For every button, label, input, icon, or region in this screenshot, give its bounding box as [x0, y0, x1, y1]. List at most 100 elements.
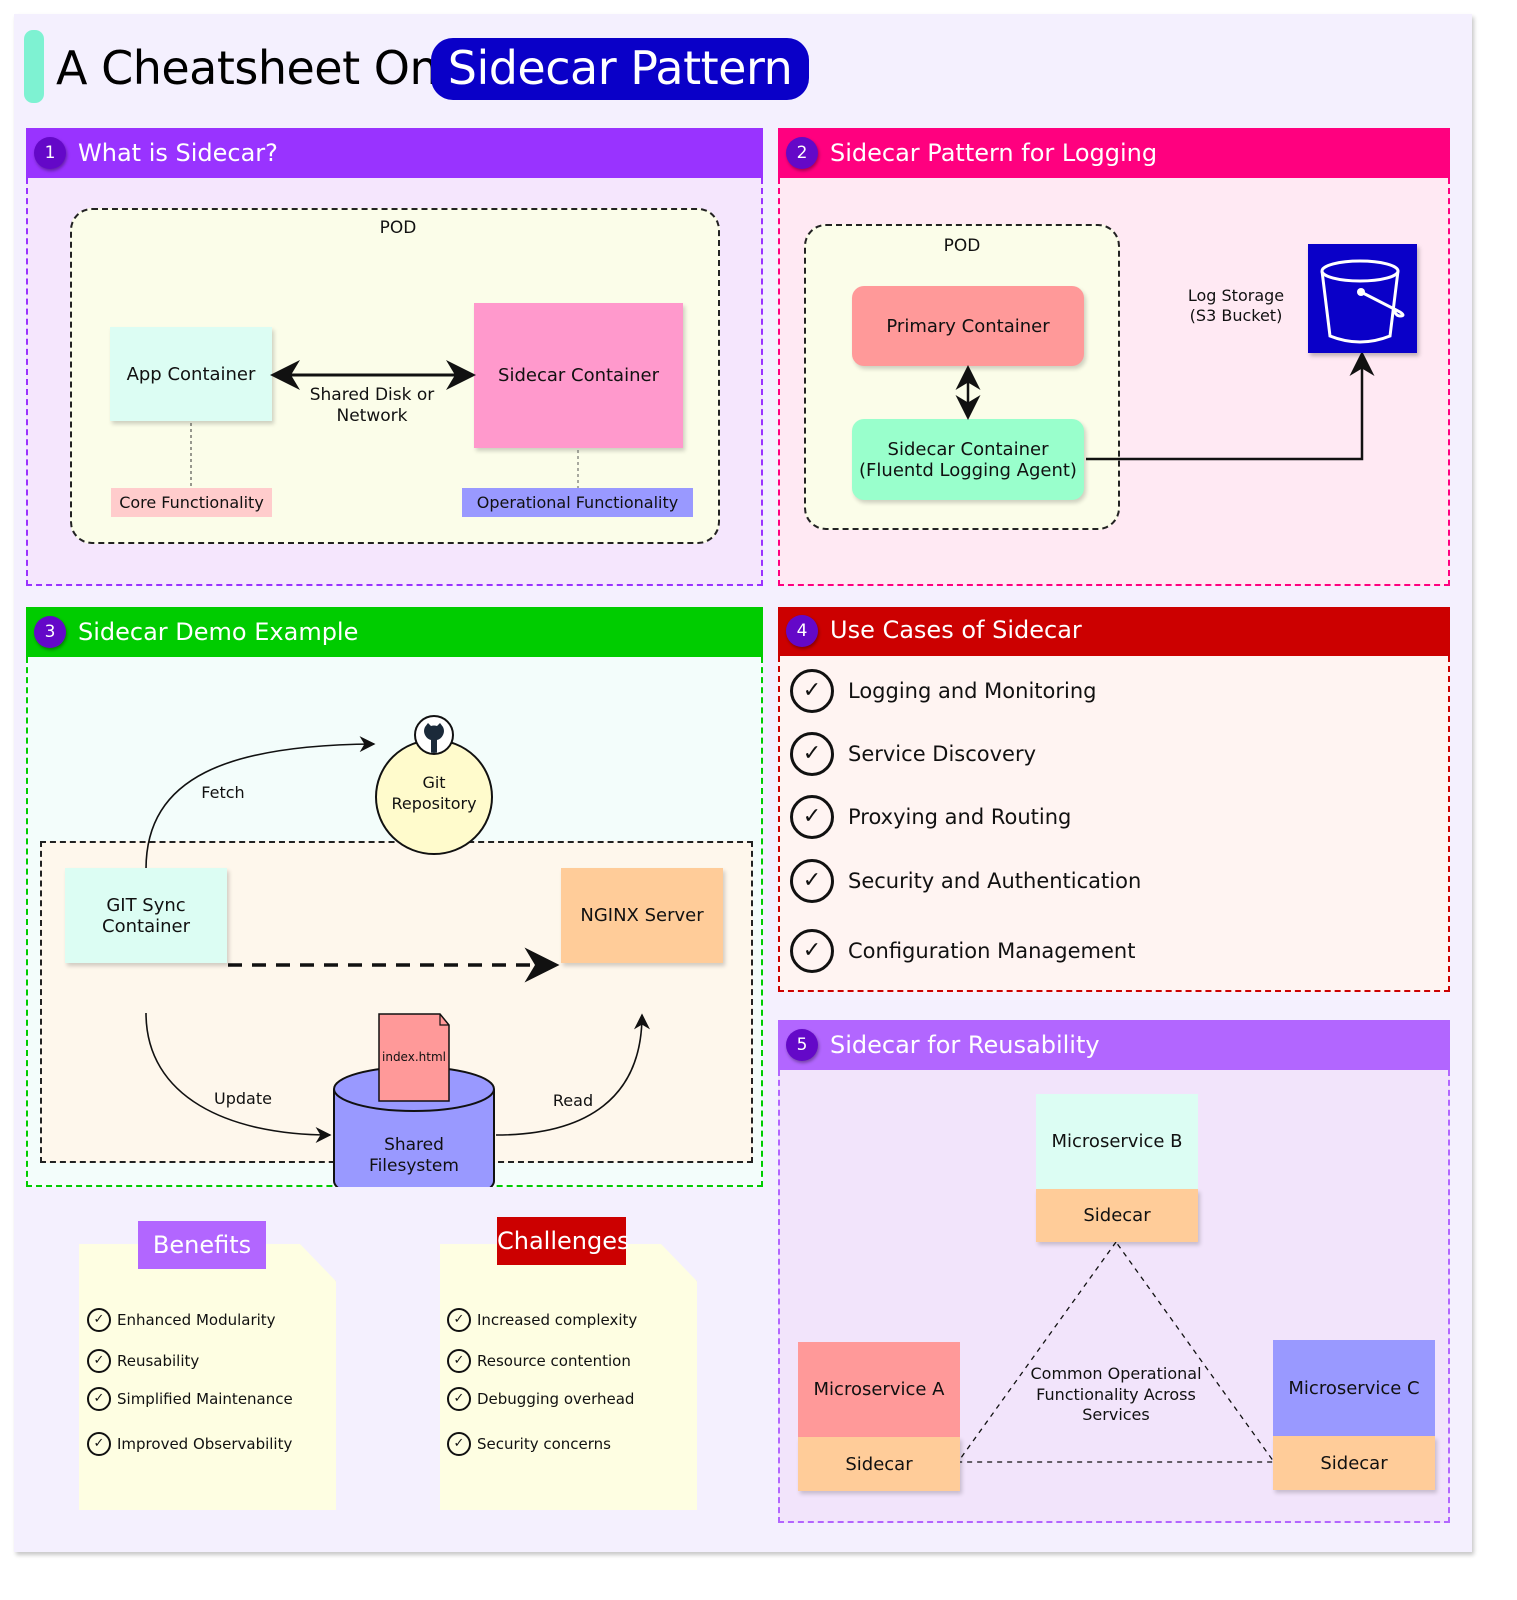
use-case-item: ✓ Service Discovery — [790, 732, 1036, 776]
challenge-item: ✓ Debugging overhead — [447, 1387, 634, 1411]
section-header: 2 Sidecar Pattern for Logging — [778, 128, 1450, 178]
use-case-item: ✓ Security and Authentication — [790, 859, 1141, 903]
use-case-label: Security and Authentication — [848, 869, 1142, 893]
challenge-label: Increased complexity — [477, 1311, 638, 1329]
check-circle-icon: ✓ — [790, 929, 834, 973]
section-title: Sidecar Demo Example — [78, 618, 359, 646]
benefit-item: ✓ Reusability — [87, 1349, 199, 1373]
log-storage-label-line1: Log Storage — [1187, 286, 1285, 305]
git-repository-line1: Git — [422, 773, 446, 792]
read-label: Read — [552, 1091, 594, 1110]
benefits-note — [79, 1244, 336, 1510]
shared-link-label-line2: Network — [336, 406, 408, 426]
common-functionality-line1: Common Operational — [1030, 1364, 1202, 1383]
page-title-highlight: Sidecar Pattern — [431, 38, 809, 100]
microservice-c-box: Microservice C — [1273, 1340, 1435, 1436]
git-sync-line1: GIT Sync — [106, 894, 186, 916]
fetch-label: Fetch — [201, 783, 245, 802]
section-body: Microservice B Sidecar Microservice A Si… — [778, 1070, 1450, 1523]
microservice-b-box: Microservice B — [1036, 1094, 1198, 1189]
common-functionality-line3: Services — [1082, 1405, 1150, 1424]
section-reusability: 5 Sidecar for Reusability Microservice B… — [778, 1020, 1450, 1523]
log-storage-label-line2: (S3 Bucket) — [1189, 306, 1283, 325]
benefit-label: Simplified Maintenance — [117, 1390, 293, 1408]
check-circle-icon: ✓ — [87, 1349, 111, 1373]
challenge-item: ✓ Security concerns — [447, 1432, 611, 1456]
github-icon — [414, 715, 454, 755]
check-circle-icon: ✓ — [790, 795, 834, 839]
use-case-item: ✓ Proxying and Routing — [790, 795, 1071, 839]
section-number-badge: 1 — [34, 137, 66, 169]
section-header: 4 Use Cases of Sidecar — [778, 607, 1450, 656]
check-circle-icon: ✓ — [447, 1308, 471, 1332]
section-header: 3 Sidecar Demo Example — [26, 607, 763, 657]
section-logging: 2 Sidecar Pattern for Logging POD Primar… — [778, 128, 1450, 586]
link-arrows — [190, 360, 579, 488]
git-sync-line2: Container — [102, 915, 190, 937]
benefit-label: Improved Observability — [117, 1435, 293, 1453]
benefits-tag: Benefits — [138, 1221, 266, 1269]
operational-functionality-label: Operational Functionality — [462, 488, 693, 517]
microservice-c-sidecar: Sidecar — [1273, 1436, 1435, 1490]
section-number-badge: 3 — [34, 616, 66, 648]
fetch-arrow — [145, 736, 376, 870]
check-circle-icon: ✓ — [790, 859, 834, 903]
benefit-item: ✓ Enhanced Modularity — [87, 1308, 276, 1332]
challenge-label: Debugging overhead — [477, 1390, 635, 1408]
section-title: Sidecar for Reusability — [830, 1031, 1100, 1059]
challenge-item: ✓ Resource contention — [447, 1349, 631, 1373]
section-what-is-sidecar: 1 What is Sidecar? POD App Container Sid… — [26, 128, 763, 586]
section-number-badge: 5 — [786, 1029, 818, 1061]
s3-bucket-icon — [1308, 244, 1417, 353]
section-demo: 3 Sidecar Demo Example Git Repository Fe… — [26, 607, 763, 1187]
benefit-item: ✓ Improved Observability — [87, 1432, 292, 1456]
section-title: What is Sidecar? — [78, 139, 278, 167]
section-body: POD Primary Container Sidecar Container … — [778, 178, 1450, 586]
check-circle-icon: ✓ — [447, 1432, 471, 1456]
check-circle-icon: ✓ — [87, 1308, 111, 1332]
challenge-item: ✓ Increased complexity — [447, 1308, 637, 1332]
challenges-note — [440, 1244, 697, 1510]
section-body: POD App Container Sidecar Container Shar… — [26, 178, 763, 586]
use-case-label: Service Discovery — [848, 742, 1037, 766]
challenge-label: Resource contention — [477, 1352, 631, 1370]
shared-link-label-line1: Shared Disk or — [309, 385, 435, 405]
index-html-label: index.html — [382, 1050, 446, 1064]
section-use-cases: 4 Use Cases of Sidecar ✓ Logging and Mon… — [778, 607, 1450, 992]
check-circle-icon: ✓ — [87, 1387, 111, 1411]
shared-filesystem-line1: Shared — [384, 1135, 444, 1155]
benefit-item: ✓ Simplified Maintenance — [87, 1387, 293, 1411]
microservice-b-sidecar: Sidecar — [1036, 1189, 1198, 1242]
challenges-tag: Challenges — [497, 1217, 630, 1265]
section-title: Use Cases of Sidecar — [830, 616, 1082, 644]
title-accent-bar — [24, 30, 44, 103]
common-functionality-line2: Functionality Across — [1036, 1385, 1196, 1404]
section-body: Git Repository Fetch GIT Sync Container … — [26, 657, 763, 1187]
shared-filesystem-line2: Filesystem — [369, 1156, 459, 1176]
section-header: 1 What is Sidecar? — [26, 128, 763, 178]
check-circle-icon: ✓ — [87, 1432, 111, 1456]
nginx-server-box: NGINX Server — [561, 868, 723, 963]
section-number-badge: 2 — [786, 137, 818, 169]
section-number-badge: 4 — [786, 615, 818, 647]
use-case-label: Logging and Monitoring — [848, 679, 1097, 703]
check-circle-icon: ✓ — [447, 1387, 471, 1411]
use-case-item: ✓ Logging and Monitoring — [790, 669, 1096, 713]
microservice-a-box: Microservice A — [798, 1342, 960, 1437]
use-case-label: Configuration Management — [848, 939, 1136, 963]
microservice-a-sidecar: Sidecar — [798, 1437, 960, 1491]
git-repository-line2: Repository — [391, 794, 477, 813]
read-arrow — [495, 1013, 650, 1136]
benefit-label: Enhanced Modularity — [117, 1311, 276, 1329]
section-header: 5 Sidecar for Reusability — [778, 1020, 1450, 1070]
challenge-label: Security concerns — [477, 1435, 611, 1453]
benefit-label: Reusability — [117, 1352, 200, 1370]
section-title: Sidecar Pattern for Logging — [830, 139, 1158, 167]
logging-arrows — [955, 351, 1375, 461]
ship-logs-arrow — [1086, 351, 1375, 461]
update-label: Update — [214, 1089, 272, 1108]
git-sync-container-box: GIT Sync Container — [65, 868, 227, 963]
section-body: ✓ Logging and Monitoring ✓ Service Disco… — [778, 656, 1450, 992]
update-arrow — [145, 1012, 332, 1143]
use-case-item: ✓ Configuration Management — [790, 929, 1135, 973]
